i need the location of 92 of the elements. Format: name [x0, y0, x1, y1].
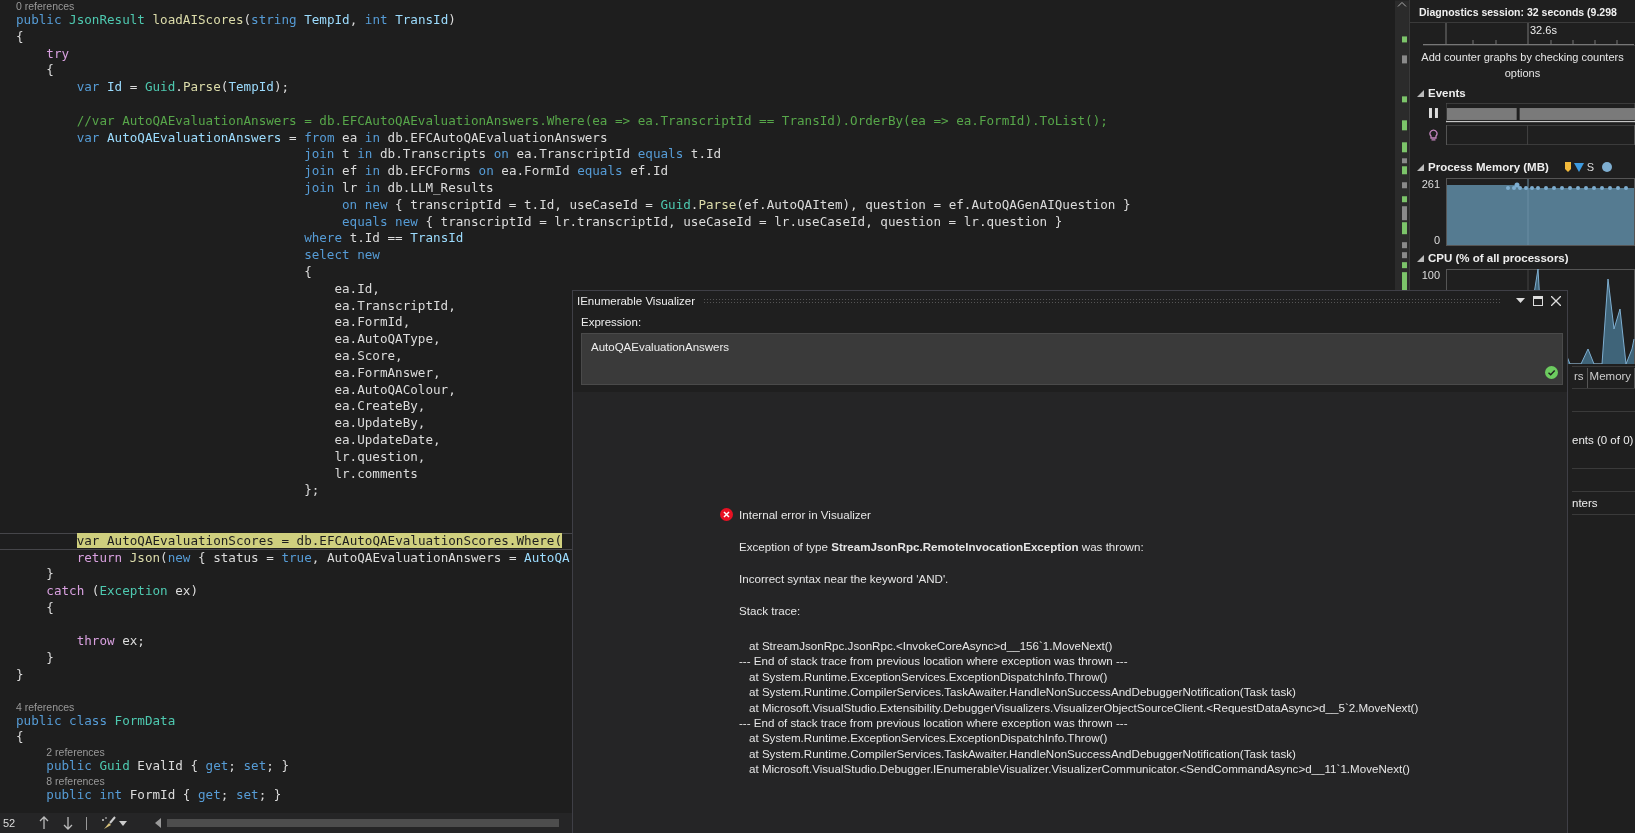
code-line: { — [16, 729, 24, 745]
code-line: ea.Id, — [333, 280, 380, 296]
code-line: ea.TranscriptId, — [333, 297, 456, 313]
code-line: join ef in db.EFCForms on ea.FormId equals ef.Id — [303, 163, 669, 179]
stack-trace-line: --- End of stack trace from previous location where exception was thrown --- — [739, 715, 1129, 731]
panel-row-text: nters — [1572, 497, 1598, 509]
code-line: ea.Score, — [333, 347, 403, 363]
error-title: Internal error in Visualizer — [739, 508, 871, 521]
scroll-left-icon[interactable] — [155, 818, 161, 828]
code-line: catch (Exception ex) — [45, 583, 198, 599]
reference-count[interactable]: 4 references — [16, 700, 75, 713]
expression-field[interactable]: AutoQAEvaluationAnswers — [581, 333, 1563, 385]
collapse-icon[interactable] — [1417, 254, 1424, 262]
stack-trace-line: at System.Runtime.CompilerServices.TaskAwaiter.HandleNonSuccessAndDebuggerNotification(Task task) — [748, 684, 1297, 700]
code-line: var AutoQAEvaluationAnswers = from ea in db.EFCAutoQAEvaluationAnswers — [75, 129, 608, 145]
legend-label: S — [1586, 161, 1595, 173]
code-line: } — [16, 667, 24, 683]
code-line: var AutoQAEvaluationScores = db.EFCAutoQAEvaluationScores.Where( — [75, 532, 562, 548]
code-line: ea.UpdateDate, — [333, 431, 441, 447]
section-title: CPU (% of all processors) — [1428, 252, 1569, 264]
code-line: public int FormId { get; set; } — [45, 787, 282, 803]
collapse-icon[interactable] — [1417, 163, 1424, 171]
stack-trace-line: at Microsoft.VisualStudio.Debugger.IEnumerableVisualizer.VisualizerCommunicator.<SendCommandAsync>d__11`1.MoveNext() — [748, 761, 1411, 777]
pause-icon[interactable] — [1429, 108, 1438, 118]
reference-count[interactable]: 2 references — [46, 746, 105, 759]
caret-icon[interactable] — [119, 820, 127, 826]
hint-text: options — [1504, 66, 1541, 81]
error-detail: Incorrect syntax near the keyword 'AND'. — [739, 572, 950, 585]
code-line: ea.AutoQAColour, — [333, 381, 456, 397]
code-line: ea.FormAnswer, — [333, 364, 441, 380]
collapse-icon[interactable] — [1417, 89, 1424, 97]
axis-label: 100 — [1421, 269, 1440, 281]
code-line: where t.Id == TransId — [303, 230, 464, 246]
lightbulb-icon[interactable] — [1429, 129, 1438, 141]
axis-label: 261 — [1421, 178, 1440, 190]
maximize-icon[interactable] — [1533, 295, 1543, 306]
expression-label: Expression: — [581, 316, 643, 328]
code-line: } — [45, 650, 54, 666]
code-line: equals new { transcriptId = lr.transcriptId, useCaseId = lr.useCaseId, question = lr.question } — [341, 213, 1063, 229]
code-line: //var AutoQAEvaluationAnswers = db.EFCAutoQAEvaluationAnswers.Where(ea => ea.TranscriptId == TransId).OrderBy(ea => ea.FormId).ToList(); — [75, 112, 1108, 128]
close-icon[interactable] — [1551, 295, 1561, 306]
code-line: try — [45, 45, 70, 61]
code-line: return Json(new { status = true, AutoQAEvaluationAnswers = AutoQA — [75, 549, 570, 565]
stack-trace-label: Stack trace: — [739, 604, 802, 617]
zoom-level[interactable]: 52 — [3, 817, 33, 829]
code-line: on new { transcriptId = t.Id, useCaseId = Guid.Parse(ef.AutoQAItem), question = ef.AutoQAGenAIQuestion } — [341, 196, 1131, 212]
code-line: throw ex; — [75, 633, 145, 649]
code-line: { — [303, 263, 312, 279]
session-title: Diagnostics session: 32 seconds (9.298 — [1410, 0, 1635, 23]
code-line: { — [45, 62, 54, 78]
code-line: lr.question, — [333, 448, 426, 464]
code-line: join lr in db.LLM_Results — [303, 179, 494, 195]
code-line: { — [45, 599, 54, 615]
section-title: Events — [1428, 87, 1466, 99]
timeline-ruler[interactable] — [1423, 23, 1634, 45]
reference-count[interactable]: 8 references — [46, 775, 105, 788]
code-line: lr.comments — [333, 465, 418, 481]
dropdown-icon[interactable] — [1516, 298, 1525, 303]
code-line: ea.FormId, — [333, 314, 411, 330]
brush-icon[interactable] — [101, 816, 117, 830]
error-message: Exception of type StreamJsonRpc.RemoteInvocationException was thrown: — [739, 540, 1145, 553]
stack-trace-line: at Microsoft.VisualStudio.Extensibility.DebuggerVisualizers.VisualizerObjectSourceClient.<RequestDataAsync>d__5`2.MoveNext() — [748, 699, 1420, 716]
code-line: public Guid EvalId { get; set; } — [45, 758, 289, 774]
window-title: IEnumerable Visualizer — [577, 294, 696, 307]
stack-trace-line: at StreamJsonRpc.JsonRpc.<InvokeCoreAsync>d__156`1.MoveNext() — [748, 638, 1114, 654]
code-line: } — [45, 566, 54, 582]
reference-count[interactable]: 0 references — [16, 0, 75, 12]
code-line: ea.CreateBy, — [333, 398, 426, 414]
stack-trace-line: at System.Runtime.CompilerServices.TaskAwaiter.HandleNonSuccessAndDebuggerNotification(Task task) — [748, 745, 1297, 762]
section-title: Process Memory (MB) — [1428, 161, 1549, 173]
panel-tab[interactable]: Memory — [1587, 368, 1635, 388]
horizontal-scrollbar[interactable] — [167, 819, 559, 827]
code-line: public class FormData — [16, 712, 176, 728]
code-line: select new — [303, 247, 380, 263]
code-line: public JsonResult loadAIScores(string TempId, int TransId) — [16, 12, 456, 27]
code-line: ea.UpdateBy, — [333, 415, 426, 431]
stack-trace-line: --- End of stack trace from previous location where exception was thrown --- — [739, 653, 1129, 669]
arrow-up-icon[interactable] — [39, 816, 49, 830]
code-line: { — [16, 28, 24, 44]
axis-label: 0 — [1433, 234, 1440, 246]
arrow-down-icon[interactable] — [63, 816, 73, 830]
code-line: ea.AutoQAType, — [333, 331, 441, 347]
code-line: var Id = Guid.Parse(TempId); — [75, 79, 290, 95]
stack-trace-line: at System.Runtime.ExceptionServices.ExceptionDispatchInfo.Throw() — [748, 730, 1109, 746]
code-line: }; — [303, 482, 320, 498]
stack-trace-line: at System.Runtime.ExceptionServices.ExceptionDispatchInfo.Throw() — [748, 668, 1109, 685]
time-label: 32.6s — [1530, 24, 1557, 36]
error-icon — [720, 508, 733, 521]
code-line: join t in db.Transcripts on ea.TranscriptId equals t.Id — [303, 146, 722, 162]
panel-row-text: ents (0 of 0) — [1572, 434, 1634, 446]
hint-text: Add counter graphs by checking counters — [1421, 50, 1624, 65]
panel-tab[interactable]: rs — [1572, 368, 1588, 388]
